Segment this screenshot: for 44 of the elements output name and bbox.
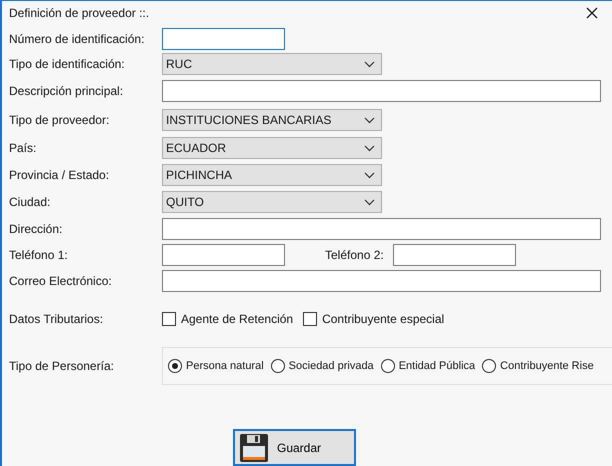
checkbox-label: Contribuyente especial <box>322 312 444 326</box>
radio-label: Contribuyente Rise <box>500 360 594 372</box>
text-field[interactable] <box>392 244 516 266</box>
close-icon <box>586 6 598 18</box>
radio-label: Sociedad privada <box>288 360 374 372</box>
radio-label: Persona natural <box>186 360 264 372</box>
text-field[interactable] <box>162 218 601 240</box>
field-label: Teléfono 2: <box>325 248 384 262</box>
field-label: Tipo de Personería: <box>9 359 115 373</box>
field-label: Número de identificación: <box>9 32 146 46</box>
field-label: Dirección: <box>9 222 64 236</box>
dropdown[interactable]: RUC <box>162 53 382 75</box>
text-field[interactable] <box>162 270 601 292</box>
radio-label: Entidad Pública <box>398 360 476 372</box>
dropdown[interactable]: INSTITUCIONES BANCARIAS <box>162 109 382 131</box>
field-label: Descripción principal: <box>9 84 124 98</box>
radio-button[interactable] <box>270 359 285 373</box>
radio-button[interactable] <box>380 359 395 373</box>
chevron-down-icon <box>364 116 375 124</box>
chevron-down-icon <box>364 60 375 68</box>
dropdown[interactable]: ECUADOR <box>162 137 382 159</box>
chevron-down-icon <box>364 198 375 206</box>
field-label: Ciudad: <box>9 195 52 209</box>
radio-button[interactable] <box>482 359 496 373</box>
field-label: Datos Tributarios: <box>9 312 104 326</box>
text-field[interactable] <box>162 80 601 102</box>
field-label: Provincia / Estado: <box>9 168 110 182</box>
checkbox-label: Agente de Retención <box>181 312 294 326</box>
field-label: Teléfono 1: <box>9 248 69 262</box>
field-label: País: <box>9 141 38 155</box>
field-label: Tipo de proveedor: <box>9 113 110 127</box>
checkbox[interactable] <box>303 312 318 326</box>
field-label: Correo Electrónico: <box>9 274 113 288</box>
text-field[interactable] <box>162 244 285 266</box>
radio-button[interactable] <box>168 359 182 373</box>
chevron-down-icon <box>364 172 375 178</box>
chevron-down-icon <box>364 144 375 152</box>
checkbox[interactable] <box>162 312 176 326</box>
text-field[interactable] <box>162 28 285 50</box>
dropdown[interactable]: QUITO <box>162 191 382 213</box>
field-label: Tipo de identificación: <box>9 57 126 71</box>
save-button[interactable]: Guardar <box>233 429 356 466</box>
dropdown[interactable]: PICHINCHA <box>162 164 382 186</box>
window-title: Definición de proveedor ::. <box>9 6 150 20</box>
